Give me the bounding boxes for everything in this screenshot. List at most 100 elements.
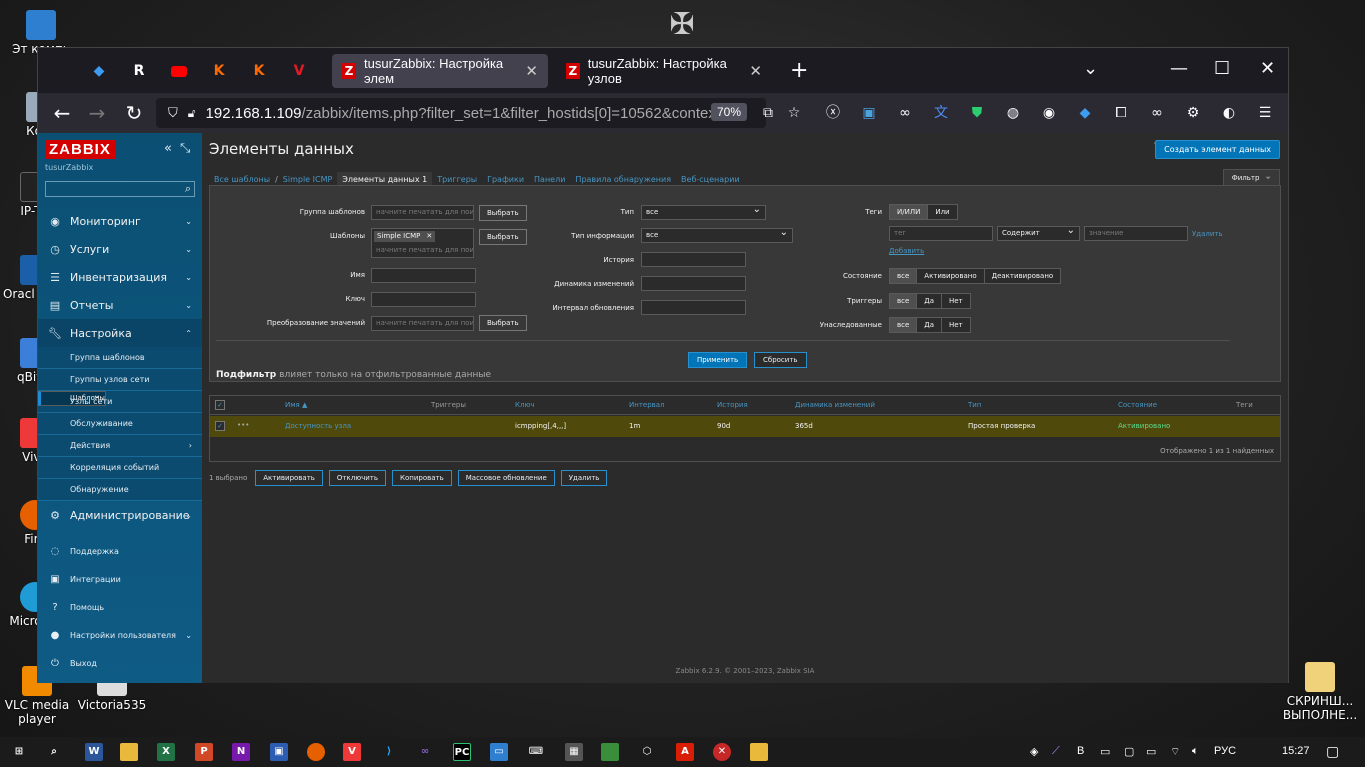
tag-value-input[interactable]: значение (1084, 226, 1188, 241)
item-name-link[interactable]: Доступность узла (285, 422, 351, 430)
column-trends[interactable]: Динамика изменений (795, 401, 875, 409)
tab-graphs[interactable]: Графики (482, 175, 529, 184)
menu-logout[interactable]: ⏻ Выход (38, 649, 202, 677)
menu-integrations[interactable]: ▣ Интеграции (38, 565, 202, 593)
vk-tray-icon[interactable]: В (1077, 745, 1084, 757)
info-type-select[interactable]: все (641, 226, 793, 243)
maximize-icon[interactable]: ☐ (1214, 58, 1230, 79)
breadcrumb-all-templates[interactable]: Все шаблоны (209, 175, 275, 184)
rdp-icon[interactable]: ▭ (490, 743, 508, 761)
new-tab-button[interactable]: + (790, 58, 808, 83)
globe-icon[interactable]: ◍ (1003, 103, 1023, 123)
update-interval-input[interactable] (641, 300, 746, 315)
3d-box-icon[interactable]: ⬡ (638, 743, 656, 761)
search-icon[interactable]: ⌕ (45, 743, 63, 761)
nvidia-tray-icon[interactable]: ◈ (1030, 745, 1038, 758)
app-menu-icon[interactable]: ☰ (1255, 103, 1275, 123)
extension-glasses-icon[interactable]: ∞ (895, 103, 915, 123)
url-bar[interactable]: ⛉ 🔓︎ 192.168.1.109/zabbix/items.php?filt… (156, 98, 766, 128)
desktop-icon-folder[interactable]: СКРИНШ... ВЫПОЛНЕ... (1278, 662, 1362, 722)
inherited-no-option[interactable]: Нет (942, 318, 970, 332)
close-app-icon[interactable]: ✕ (713, 743, 731, 761)
submenu-host-groups[interactable]: Группы узлов сети (38, 369, 202, 391)
state-disabled-option[interactable]: Деактивировано (984, 269, 1061, 283)
template-group-select-button[interactable]: Выбрать (479, 205, 527, 221)
menu-monitoring[interactable]: ◉ Мониторинг ⌄ (38, 207, 202, 235)
tab-hosts[interactable]: Z tusurZabbix: Настройка узлов ✕ (556, 54, 772, 88)
kiosk-mode-icon[interactable]: ⤡ (180, 141, 190, 156)
extension-x-icon[interactable]: ⓧ (823, 103, 843, 123)
triggers-no-option[interactable]: Нет (942, 294, 970, 308)
feather-tray-icon[interactable]: ⟋ (1052, 745, 1060, 758)
notifications-icon[interactable]: ▢ (1326, 743, 1339, 760)
tab-web-scenarios[interactable]: Веб-сценарии (676, 175, 745, 184)
inherited-yes-option[interactable]: Да (917, 318, 943, 332)
firefox-icon[interactable] (307, 743, 325, 761)
name-input[interactable] (371, 268, 476, 283)
translate-icon[interactable]: 文 (931, 103, 951, 123)
tab-items[interactable]: Z tusurZabbix: Настройка элем ✕ (332, 54, 548, 88)
remove-chip-icon[interactable]: ✕ (426, 232, 432, 240)
settings-gear-icon[interactable]: ⚙ (1183, 103, 1203, 123)
clock[interactable]: 15:27 (1282, 745, 1310, 757)
volume-icon[interactable]: 🔈︎ (1192, 745, 1199, 758)
submenu-actions[interactable]: Действия › (38, 435, 202, 457)
triggers-all-option[interactable]: все (890, 294, 918, 308)
triggers-yes-option[interactable]: Да (917, 294, 943, 308)
submenu-event-correlation[interactable]: Корреляция событий (38, 457, 202, 479)
column-name[interactable]: Имя ▲ (285, 401, 307, 409)
template-group-input[interactable]: начните печатать для пои (371, 205, 474, 220)
add-tag-link[interactable]: Добавить (889, 247, 924, 255)
pinned-tab-k1-icon[interactable]: K (208, 60, 230, 82)
extensions-puzzle-icon[interactable]: ⧠ (1111, 103, 1131, 123)
key-input[interactable] (371, 292, 476, 307)
gem-extension-icon[interactable]: ◆ (1075, 103, 1095, 123)
breadcrumb-template[interactable]: Simple ICMP (278, 175, 338, 184)
state-enabled-option[interactable]: Активировано (917, 269, 985, 283)
delete-button[interactable]: Удалить (560, 470, 608, 486)
filter-toggle-tab[interactable]: Фильтр ⏷ (1222, 169, 1280, 186)
templates-multiselect[interactable]: Simple ICMP ✕ начните печатать для пои (371, 228, 474, 258)
state-all-option[interactable]: все (890, 269, 918, 283)
pinned-tab-youtube-icon[interactable] (168, 60, 190, 82)
language-indicator[interactable]: РУС (1214, 745, 1236, 757)
visual-studio-icon[interactable]: ∞ (416, 743, 434, 761)
pycharm-icon[interactable]: PC (453, 743, 471, 761)
row-menu-icon[interactable]: ••• (237, 421, 249, 429)
menu-services[interactable]: ◷ Услуги ⌄ (38, 235, 202, 263)
tab-list-chevron-icon[interactable]: ⌄ (1083, 58, 1098, 79)
item-status-link[interactable]: Активировано (1118, 422, 1170, 430)
value-map-select-button[interactable]: Выбрать (479, 315, 527, 331)
tags-or-option[interactable]: Или (928, 205, 957, 219)
battery-icon[interactable]: ▭ (1146, 745, 1156, 758)
back-arrow-icon[interactable]: ← (50, 101, 74, 125)
tab-dashboards[interactable]: Панели (529, 175, 570, 184)
menu-configuration[interactable]: 🔧︎ Настройка ⌃ (38, 319, 202, 347)
close-window-icon[interactable]: ✕ (1260, 58, 1275, 79)
templates-select-button[interactable]: Выбрать (479, 229, 527, 245)
enable-button[interactable]: Активировать (255, 470, 323, 486)
value-map-input[interactable]: начните печатать для пои (371, 316, 474, 331)
vscode-icon[interactable]: ⟩ (380, 743, 398, 761)
minimize-icon[interactable]: — (1170, 58, 1188, 79)
account-icon[interactable]: ◐ (1219, 103, 1239, 123)
reset-button[interactable]: Сбросить (754, 352, 807, 368)
pinned-tab-v-icon[interactable]: V (288, 60, 310, 82)
menu-administration[interactable]: ⚙ Администрирование ⌄ (38, 501, 202, 529)
calculator-icon[interactable]: ▦ (565, 743, 583, 761)
powerpoint-icon[interactable]: P (195, 743, 213, 761)
pinned-tab-k2-icon[interactable]: K (248, 60, 270, 82)
network-tray-icon[interactable]: ▭ (1100, 745, 1110, 758)
menu-user-settings[interactable]: ● Настройки пользователя ⌄ (38, 621, 202, 649)
submenu-hosts[interactable]: Узлы сети (38, 391, 202, 413)
row-checkbox[interactable]: ✓ (215, 421, 225, 431)
menu-help[interactable]: ? Помощь (38, 593, 202, 621)
bookmark-star-icon[interactable]: ☆ (784, 103, 804, 123)
remove-tag-link[interactable]: Удалить (1192, 230, 1223, 238)
tag-name-input[interactable]: тег (889, 226, 993, 241)
pinned-tab-gem-icon[interactable]: ◆ (88, 60, 110, 82)
column-key[interactable]: Ключ (515, 401, 534, 409)
tag-operator-select[interactable]: Содержит (997, 224, 1080, 241)
menu-reports[interactable]: ▤ Отчеты ⌄ (38, 291, 202, 319)
column-status[interactable]: Состояние (1118, 401, 1157, 409)
